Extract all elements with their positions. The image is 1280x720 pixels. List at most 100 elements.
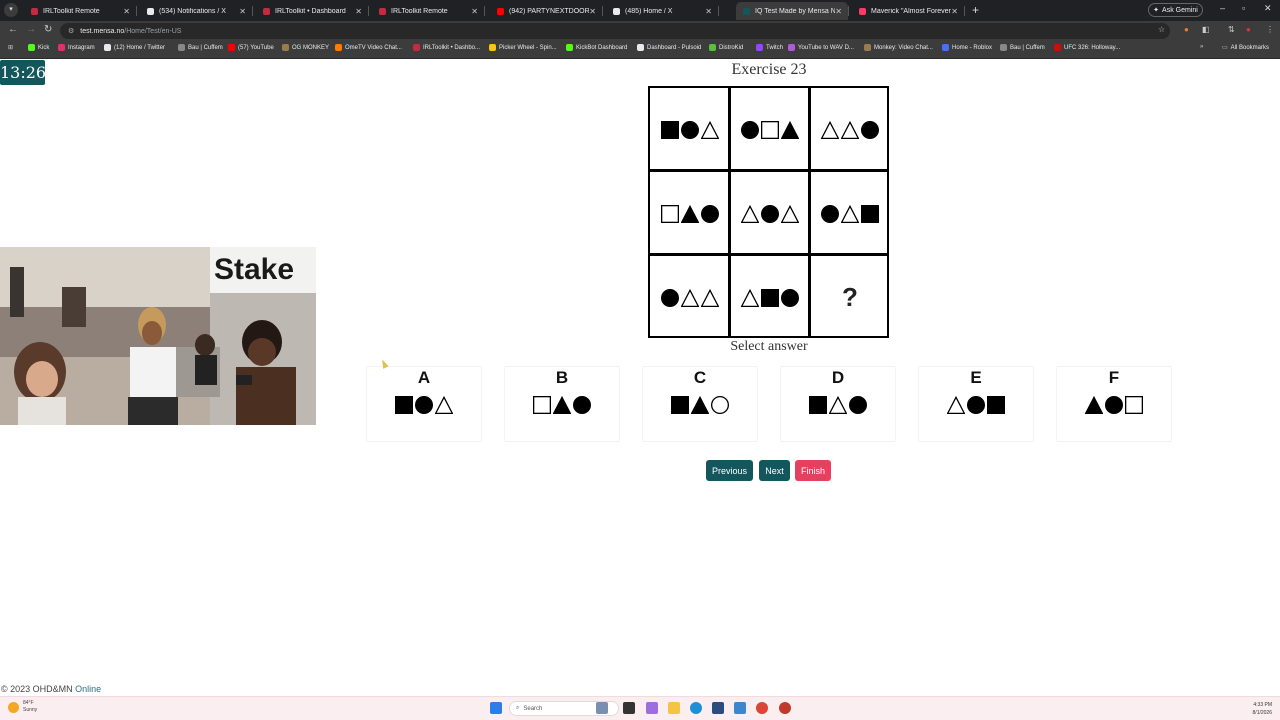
triangle-outline-shape bbox=[701, 120, 719, 139]
start-windows-icon[interactable] bbox=[490, 702, 502, 714]
bookmark-label: (12) Home / Twitter bbox=[114, 44, 165, 51]
browser-tab[interactable]: Maverick "Almost Forever" EP✕ bbox=[852, 2, 965, 20]
profile-avatar[interactable]: ● bbox=[1246, 25, 1251, 34]
browser-tab[interactable]: (942) PARTYNEXTDOOR - Only✕ bbox=[490, 2, 603, 20]
forward-icon[interactable]: → bbox=[26, 24, 36, 35]
apps-grid-icon[interactable]: ⊞ bbox=[8, 44, 13, 51]
new-tab-button[interactable]: + bbox=[972, 3, 979, 17]
chrome-icon[interactable] bbox=[756, 702, 768, 714]
bookmark-item[interactable]: OG MONKEY bbox=[282, 44, 329, 51]
downloads-icon[interactable]: ⇅ bbox=[1228, 25, 1235, 34]
minimize-icon[interactable]: – bbox=[1220, 3, 1225, 13]
square-filled-shape bbox=[761, 288, 779, 307]
previous-button[interactable]: Previous bbox=[706, 460, 753, 481]
bookmark-label: DistroKid bbox=[719, 44, 744, 51]
bookmark-item[interactable]: DistroKid bbox=[709, 44, 743, 51]
bookmark-item[interactable]: (12) Home / Twitter bbox=[104, 44, 165, 51]
browser-tab[interactable]: (534) Notifications / X ✕ bbox=[140, 2, 253, 20]
store-icon[interactable] bbox=[712, 702, 724, 714]
copilot-icon[interactable] bbox=[646, 702, 658, 714]
triangle-filled-shape bbox=[781, 120, 799, 139]
bookmark-item[interactable]: Picker Wheel - Spin... bbox=[489, 44, 557, 51]
browser-tab[interactable]: (485) Home / X ✕ bbox=[606, 2, 719, 20]
all-bookmarks-folder[interactable]: ▭ All Bookmarks bbox=[1222, 44, 1269, 52]
back-icon[interactable]: ← bbox=[8, 24, 18, 35]
tab-close-icon[interactable]: ✕ bbox=[471, 7, 478, 16]
triangle-filled-shape bbox=[691, 396, 709, 414]
bookmark-item[interactable]: Monkey: Video Chat... bbox=[864, 44, 933, 51]
folder-icon: ▭ bbox=[1222, 45, 1228, 51]
bookmark-item[interactable]: UFC 326: Holloway... bbox=[1054, 44, 1120, 51]
square-outline-shape bbox=[1125, 396, 1143, 414]
option-shapes bbox=[671, 396, 729, 414]
answer-option-c[interactable]: C bbox=[642, 366, 758, 442]
bookmark-item[interactable]: OmeTV Video Chat... bbox=[335, 44, 402, 51]
bookmark-item[interactable]: IRLToolkit • Dashbo... bbox=[413, 44, 480, 51]
browser-tab[interactable]: IRLToolkit Remote ✕ bbox=[372, 2, 485, 20]
next-button[interactable]: Next bbox=[759, 460, 790, 481]
more-bookmarks-icon[interactable]: » bbox=[1200, 44, 1203, 50]
bookmark-item[interactable]: Bau | Cuffem bbox=[178, 44, 223, 51]
bookmark-item[interactable]: Instagram bbox=[58, 44, 95, 51]
bookmark-item[interactable]: Twitch bbox=[756, 44, 783, 51]
tab-close-icon[interactable]: ✕ bbox=[951, 7, 958, 16]
answer-option-d[interactable]: D bbox=[780, 366, 896, 442]
site-info-icon[interactable]: ⚙ bbox=[68, 27, 74, 35]
matrix-cell: ? bbox=[810, 256, 890, 339]
answer-option-b[interactable]: B bbox=[504, 366, 620, 442]
extension-icon[interactable]: ● bbox=[1184, 25, 1189, 34]
browser-tab[interactable]: IRLToolkit • Dashboard ✕ bbox=[256, 2, 369, 20]
bookmark-item[interactable]: Kick bbox=[28, 44, 49, 51]
browser-tab[interactable]: IQ Test Made by Mensa Norw✕ bbox=[736, 2, 849, 20]
circle-filled-shape bbox=[761, 204, 779, 223]
address-bar[interactable]: ⚙ test.mensa.no/Home/Test/en-US bbox=[60, 23, 1170, 39]
bookmark-item[interactable]: Home - Roblox bbox=[942, 44, 992, 51]
ask-gemini-button[interactable]: ✦ Ask Gemini bbox=[1148, 3, 1203, 17]
close-window-icon[interactable]: ✕ bbox=[1264, 3, 1272, 14]
bookmark-star-icon[interactable]: ☆ bbox=[1158, 25, 1165, 34]
weather-condition: Sunny bbox=[23, 707, 38, 713]
tab-close-icon[interactable]: ✕ bbox=[589, 7, 596, 16]
weather-widget[interactable]: 84°F Sunny bbox=[8, 700, 37, 714]
bookmark-favicon-icon bbox=[228, 44, 235, 51]
option-letter: F bbox=[1108, 368, 1120, 387]
bookmark-item[interactable]: Dashboard - Pulsoid bbox=[637, 44, 701, 51]
system-clock[interactable]: 4:33 PM 8/1/2026 bbox=[1240, 701, 1272, 717]
answer-option-f[interactable]: F bbox=[1056, 366, 1172, 442]
bookmark-item[interactable]: YouTube to WAV D... bbox=[788, 44, 854, 51]
bookmark-item[interactable]: Bau | Cuffem bbox=[1000, 44, 1045, 51]
task-view-icon[interactable] bbox=[623, 702, 635, 714]
tab-close-icon[interactable]: ✕ bbox=[835, 7, 842, 16]
tab-close-icon[interactable]: ✕ bbox=[123, 7, 130, 16]
file-explorer-icon[interactable] bbox=[668, 702, 680, 714]
circle-filled-shape bbox=[861, 120, 879, 139]
tab-close-icon[interactable]: ✕ bbox=[705, 7, 712, 16]
bookmark-favicon-icon bbox=[335, 44, 342, 51]
app-icon[interactable] bbox=[779, 702, 791, 714]
tab-close-icon[interactable]: ✕ bbox=[355, 7, 362, 16]
bookmark-item[interactable]: KickBot Dashboard bbox=[566, 44, 627, 51]
bookmark-favicon-icon bbox=[566, 44, 573, 51]
reload-icon[interactable]: ↻ bbox=[44, 24, 52, 35]
circle-filled-shape bbox=[821, 204, 839, 223]
finish-button[interactable]: Finish bbox=[795, 460, 831, 481]
answer-option-a[interactable]: A bbox=[366, 366, 482, 442]
triangle-filled-shape bbox=[1085, 396, 1103, 414]
extensions-puzzle-icon[interactable]: ◧ bbox=[1202, 25, 1210, 34]
triangle-outline-shape bbox=[435, 396, 453, 414]
circle-filled-shape bbox=[967, 396, 985, 414]
bookmark-item[interactable]: (57) YouTube bbox=[228, 44, 274, 51]
answer-option-e[interactable]: E bbox=[918, 366, 1034, 442]
tab-search-icon[interactable]: ▾ bbox=[4, 3, 18, 17]
browser-tab[interactable]: IRLToolkit Remote ✕ bbox=[24, 2, 137, 20]
circle-filled-shape bbox=[661, 288, 679, 307]
square-outline-shape bbox=[661, 204, 679, 223]
tab-close-icon[interactable]: ✕ bbox=[239, 7, 246, 16]
edge-icon[interactable] bbox=[690, 702, 702, 714]
matrix-cell bbox=[810, 88, 890, 171]
maximize-icon[interactable]: ▫ bbox=[1242, 3, 1245, 13]
option-shapes bbox=[947, 396, 1005, 414]
mail-icon[interactable] bbox=[734, 702, 746, 714]
menu-kebab-icon[interactable]: ⋮ bbox=[1266, 25, 1274, 34]
tab-separator bbox=[964, 6, 965, 16]
